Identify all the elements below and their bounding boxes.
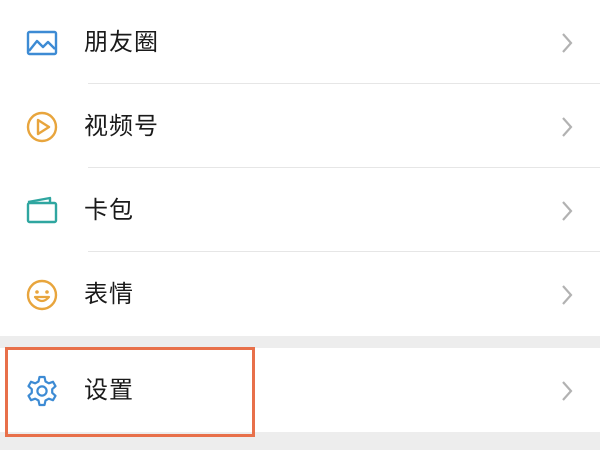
gear-icon (24, 373, 60, 409)
menu-item-label: 视频号 (84, 112, 159, 140)
sticker-smile-icon (24, 277, 60, 313)
menu-item-label: 朋友圈 (84, 28, 159, 56)
menu-item-label: 卡包 (84, 196, 134, 224)
card-wallet-icon (24, 193, 60, 229)
chevron-right-icon (558, 114, 576, 140)
chevron-right-icon (558, 282, 576, 308)
menu-group-main: 朋友圈 视频号 卡包 表情 (0, 0, 600, 336)
menu-group-settings: 设置 (0, 348, 600, 432)
chevron-right-icon (558, 198, 576, 224)
menu-item-card-wallet[interactable]: 卡包 (0, 168, 600, 252)
moments-icon (24, 25, 60, 61)
menu-item-channels[interactable]: 视频号 (0, 84, 600, 168)
menu-item-settings[interactable]: 设置 (0, 348, 600, 432)
channels-icon (24, 109, 60, 145)
menu-item-label: 表情 (84, 280, 134, 308)
menu-item-stickers[interactable]: 表情 (0, 252, 600, 336)
menu-item-moments[interactable]: 朋友圈 (0, 0, 600, 84)
chevron-right-icon (558, 30, 576, 56)
chevron-right-icon (558, 378, 576, 404)
menu-item-label: 设置 (84, 376, 134, 404)
